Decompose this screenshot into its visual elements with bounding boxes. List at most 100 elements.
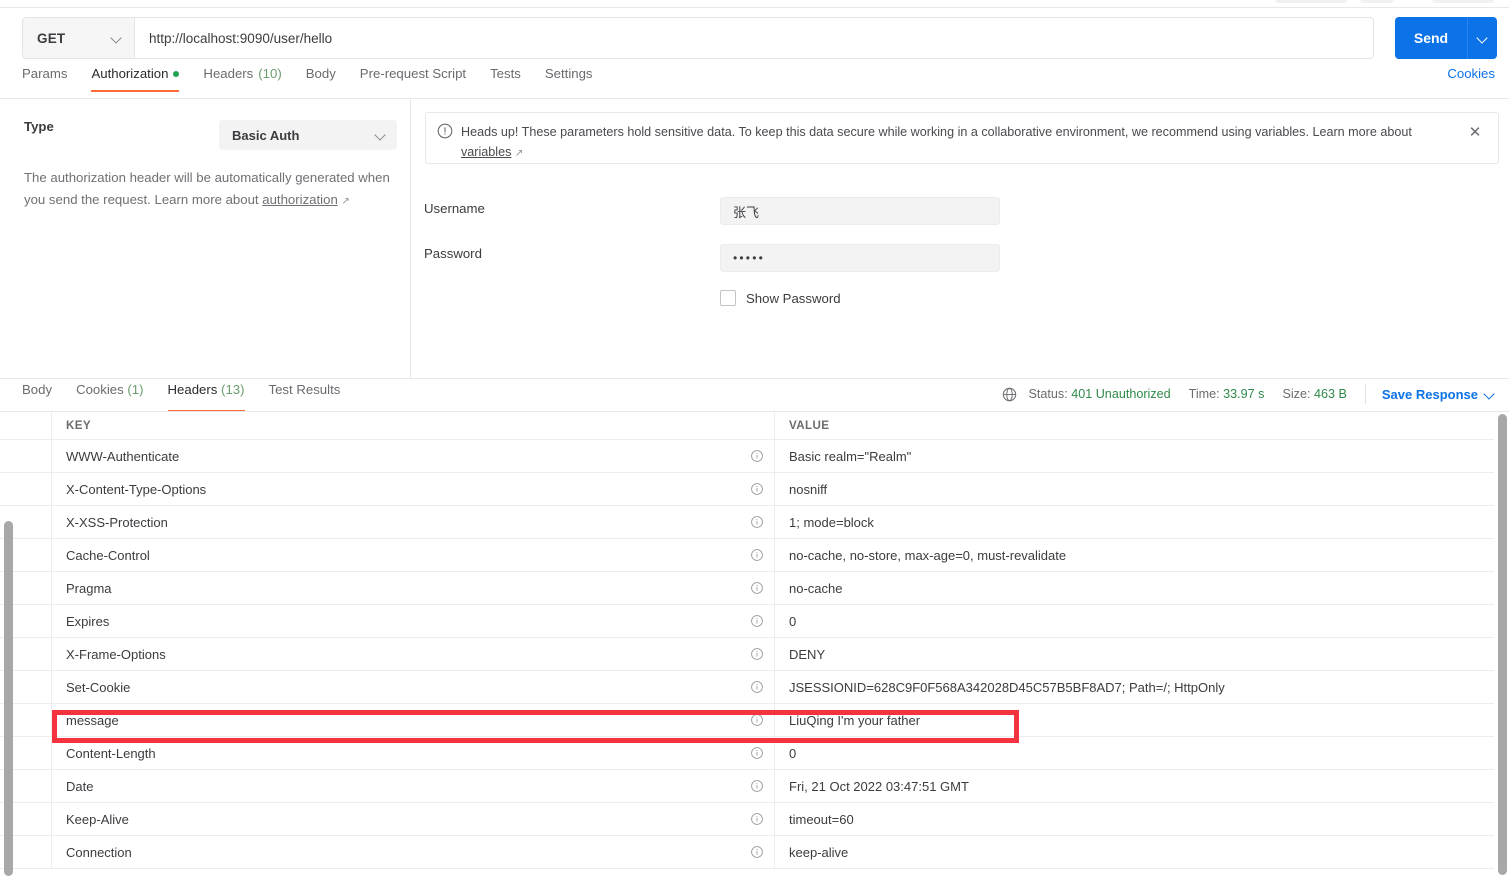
info-icon[interactable] <box>750 779 764 793</box>
header-value-text: no-cache, no-store, max-age=0, must-reva… <box>789 547 1067 563</box>
table-row[interactable]: Keep-Alive timeout=60 <box>0 803 1494 836</box>
info-icon[interactable] <box>750 680 764 694</box>
send-button[interactable]: Send <box>1395 17 1467 59</box>
table-row[interactable]: X-Frame-Options DENY <box>0 638 1494 671</box>
header-key-text: X-Frame-Options <box>66 646 166 662</box>
chevron-down-icon <box>111 33 122 44</box>
http-method-label: GET <box>37 30 66 46</box>
http-method-selector[interactable]: GET <box>23 18 135 58</box>
show-password-label: Show Password <box>746 290 841 306</box>
password-input[interactable]: ••••• <box>720 244 1000 272</box>
time-metric: Time: 33.97 s <box>1189 387 1265 401</box>
request-tab-authorization[interactable]: Authorization <box>79 66 191 92</box>
info-icon[interactable] <box>750 515 764 529</box>
send-options-button[interactable] <box>1467 17 1497 59</box>
show-password-toggle[interactable]: Show Password <box>720 290 841 306</box>
response-tab-cookies[interactable]: Cookies (1) <box>64 382 155 412</box>
table-row[interactable]: X-XSS-Protection 1; mode=block <box>0 506 1494 539</box>
header-key-text: X-Content-Type-Options <box>66 481 207 497</box>
info-icon[interactable] <box>750 647 764 661</box>
response-tab-body[interactable]: Body <box>22 382 64 412</box>
header-key-text: Pragma <box>66 580 112 596</box>
authorization-type-label: Type <box>24 119 54 134</box>
header-value-text: JSESSIONID=628C9F0F568A342028D45C57B5BF8… <box>789 679 1225 695</box>
request-response-divider <box>0 378 1509 379</box>
authorization-learn-more-link[interactable]: authorization <box>262 192 338 207</box>
authorization-type-select[interactable]: Basic Auth <box>219 120 397 150</box>
close-icon[interactable]: ✕ <box>1464 122 1486 163</box>
header-key-cell: X-XSS-Protection <box>52 506 775 538</box>
header-key-cell: Cache-Control <box>52 539 775 571</box>
request-tab-label: Params <box>22 66 68 81</box>
header-key-text: Set-Cookie <box>66 679 131 695</box>
show-password-checkbox[interactable] <box>720 290 736 306</box>
request-tab-settings[interactable]: Settings <box>533 66 605 92</box>
authorization-type-value: Basic Auth <box>232 127 300 143</box>
username-label: Username <box>424 201 485 216</box>
header-key-cell: Expires <box>52 605 775 637</box>
right-scrollbar-thumb[interactable] <box>1498 414 1507 875</box>
request-tab-tests[interactable]: Tests <box>478 66 533 92</box>
request-tab-pre-request-script[interactable]: Pre-request Script <box>348 66 478 92</box>
info-icon[interactable] <box>750 845 764 859</box>
table-row[interactable]: X-Content-Type-Options nosniff <box>0 473 1494 506</box>
left-scrollbar-thumb[interactable] <box>4 521 13 876</box>
header-value-cell: DENY <box>775 638 1494 670</box>
variables-link[interactable]: variables <box>461 145 511 159</box>
info-icon[interactable] <box>750 548 764 562</box>
info-icon[interactable] <box>750 581 764 595</box>
chevron-down-icon <box>375 130 386 141</box>
header-key-text: message <box>66 712 119 728</box>
request-tab-body[interactable]: Body <box>294 66 348 92</box>
password-value: ••••• <box>733 251 766 265</box>
info-icon[interactable] <box>750 713 764 727</box>
header-value-cell: JSESSIONID=628C9F0F568A342028D45C57B5BF8… <box>775 671 1494 703</box>
info-icon[interactable] <box>750 812 764 826</box>
response-tab-test-results[interactable]: Test Results <box>257 382 353 412</box>
password-label: Password <box>424 246 482 261</box>
table-row[interactable]: Expires 0 <box>0 605 1494 638</box>
table-row[interactable]: Content-Length 0 <box>0 737 1494 770</box>
header-key-text: KEY <box>66 419 92 432</box>
header-key-cell: Date <box>52 770 775 802</box>
header-value-text: no-cache <box>789 580 843 596</box>
save-response-button[interactable]: Save Response <box>1382 387 1495 402</box>
size-value: 463 B <box>1313 387 1347 401</box>
chrome-ghost-item-1 <box>1275 0 1347 3</box>
request-tab-label: Tests <box>490 66 521 81</box>
username-input[interactable]: 张飞 <box>720 197 1000 225</box>
request-tab-headers[interactable]: Headers (10) <box>191 66 293 92</box>
response-tab-label: Test Results <box>268 382 341 397</box>
info-icon[interactable] <box>750 482 764 496</box>
info-icon[interactable] <box>750 449 764 463</box>
meta-divider <box>1364 384 1366 404</box>
header-value-text: DENY <box>789 646 826 662</box>
header-value-cell: 0 <box>775 737 1494 769</box>
table-row[interactable]: message LiuQing I'm your father <box>0 704 1494 737</box>
table-row[interactable]: Cache-Control no-cache, no-store, max-age… <box>0 539 1494 572</box>
header-value-cell: nosniff <box>775 473 1494 505</box>
response-tab-headers[interactable]: Headers (13) <box>156 382 257 412</box>
response-meta: Status: 401 Unauthorized Time: 33.97 s S… <box>1002 384 1496 404</box>
table-row[interactable]: Pragma no-cache <box>0 572 1494 605</box>
username-value: 张飞 <box>733 204 760 220</box>
table-row[interactable]: Set-Cookie JSESSIONID=628C9F0F568A342028D… <box>0 671 1494 704</box>
info-icon[interactable] <box>750 746 764 760</box>
header-key-text: Connection <box>66 844 132 860</box>
header-key-text: Date <box>66 778 94 794</box>
header-value-text: VALUE <box>789 419 830 432</box>
table-row[interactable]: Connection keep-alive <box>0 836 1494 869</box>
status-label: Status: <box>1028 387 1068 401</box>
request-tab-label: Body <box>305 66 336 81</box>
header-value-text: timeout=60 <box>789 811 854 827</box>
table-row[interactable]: WWW-Authenticate Basic realm="Realm" <box>0 440 1494 473</box>
request-tab-params[interactable]: Params <box>22 66 79 92</box>
url-input[interactable]: http://localhost:9090/user/hello <box>135 18 1373 58</box>
info-icon[interactable] <box>750 614 764 628</box>
cookies-link[interactable]: Cookies <box>1447 66 1495 81</box>
send-button-group: Send <box>1395 17 1497 59</box>
response-tab-label: Body <box>22 382 53 397</box>
header-value-cell: Basic realm="Realm" <box>775 440 1494 472</box>
authorization-description: The authorization header will be automat… <box>24 167 394 213</box>
table-row[interactable]: Date Fri, 21 Oct 2022 03:47:51 GMT <box>0 770 1494 803</box>
